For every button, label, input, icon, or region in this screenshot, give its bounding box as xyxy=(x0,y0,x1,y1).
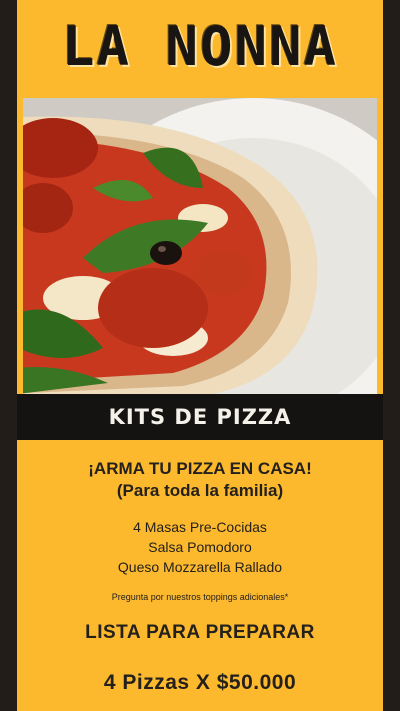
list-item: 4 Masas Pre-Cocidas xyxy=(133,519,267,535)
brand-title: LA NONNA xyxy=(61,15,339,78)
headline-line-2: (Para toda la familia) xyxy=(116,481,284,500)
ready-label: LISTA PARA PREPARAR xyxy=(85,622,315,643)
headline: ¡ARMA TU PIZZA EN CASA! (Para toda la fa… xyxy=(17,458,383,502)
pizza-illustration xyxy=(23,98,377,394)
headline-line-1: ¡ARMA TU PIZZA EN CASA! xyxy=(88,459,312,478)
list-item: Queso Mozzarella Rallado xyxy=(117,559,283,575)
product-banner: KITS DE PIZZA xyxy=(17,394,383,440)
pizza-photo xyxy=(23,98,377,394)
toppings-note: Pregunta por nuestros toppings adicional… xyxy=(111,592,289,602)
kit-items-list: 4 Masas Pre-Cocidas Salsa Pomodoro Queso… xyxy=(17,517,383,577)
price-label: 4 Pizzas X $50.000 xyxy=(103,671,297,694)
promo-poster: LA NONNA KITS DE PIZZA ¡ARMA TU PIZZA EN… xyxy=(17,0,383,711)
list-item: Salsa Pomodoro xyxy=(148,539,252,555)
